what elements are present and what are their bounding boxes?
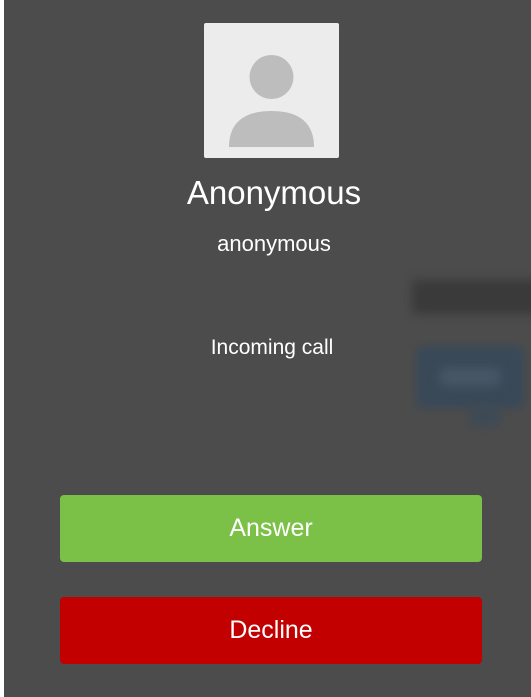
decline-button-label: Decline [229,616,313,644]
call-status-text: Incoming call [210,336,334,359]
default-user-avatar-icon [229,55,314,147]
caller-username: anonymous [217,231,331,256]
blurred-background-bubble-tail [470,404,500,426]
caller-avatar [204,23,339,158]
decline-button[interactable]: Decline [60,597,482,664]
caller-display-name: Anonymous [186,174,362,211]
blurred-background-button-label [440,368,500,386]
blurred-background-heading [412,280,531,314]
answer-button-label: Answer [229,514,313,542]
answer-button[interactable]: Answer [60,495,482,562]
